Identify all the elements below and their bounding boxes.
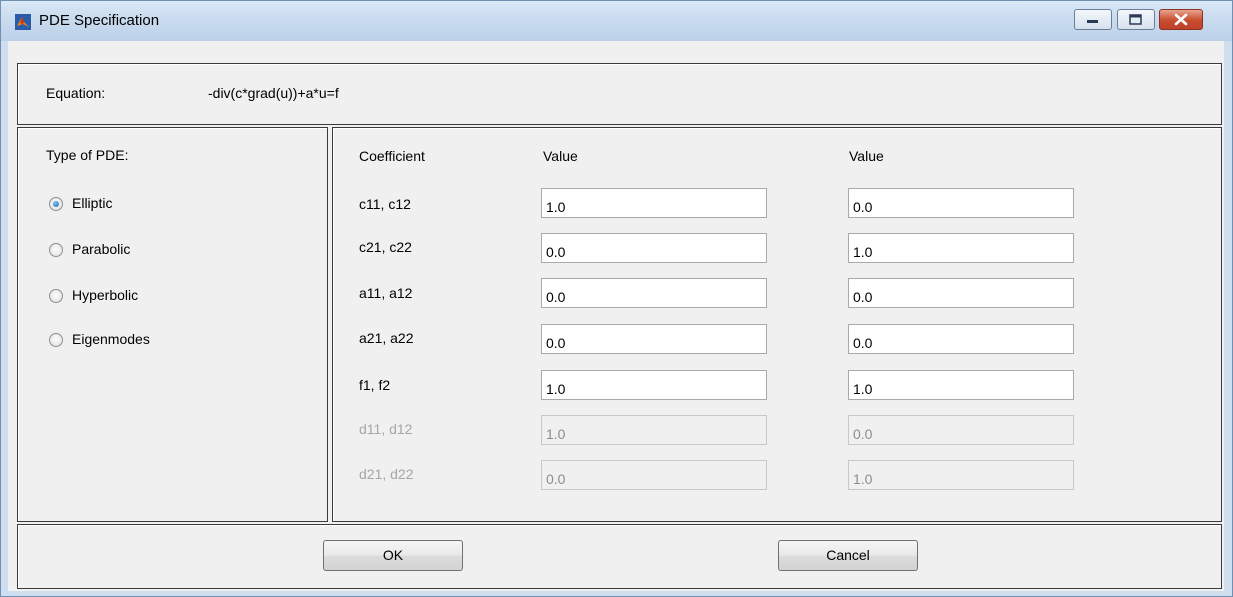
c12-input[interactable]: [848, 188, 1074, 218]
coefficient-column-header: Coefficient: [359, 148, 425, 164]
radio-label-hyperbolic[interactable]: Hyperbolic: [72, 287, 138, 303]
pde-specification-window: PDE Specification Equation: -div(c*grad(…: [0, 0, 1233, 597]
f2-input[interactable]: [848, 370, 1074, 400]
d21-input: [541, 460, 767, 490]
c11-input[interactable]: [541, 188, 767, 218]
radio-label-eigenmodes[interactable]: Eigenmodes: [72, 331, 150, 347]
c21-input[interactable]: [541, 233, 767, 263]
minimize-button[interactable]: [1074, 9, 1112, 30]
restore-button[interactable]: [1117, 9, 1155, 30]
f1-input[interactable]: [541, 370, 767, 400]
title-bar[interactable]: PDE Specification: [1, 1, 1232, 41]
radio-button-eigenmodes[interactable]: [49, 333, 63, 347]
coefficient-label-d21-d22: d21, d22: [359, 466, 414, 482]
radio-button-elliptic[interactable]: [49, 197, 63, 211]
restore-icon: [1129, 14, 1142, 25]
close-button[interactable]: [1159, 9, 1203, 30]
value2-column-header: Value: [849, 148, 884, 164]
coefficient-label-c11-c12: c11, c12: [359, 196, 411, 212]
coefficients-panel: Coefficient Value Value c11, c12 c21, c2…: [332, 127, 1222, 522]
window-title: PDE Specification: [39, 12, 160, 29]
buttons-panel: OK Cancel: [17, 524, 1222, 589]
coefficient-label-c21-c22: c21, c22: [359, 239, 412, 255]
c22-input[interactable]: [848, 233, 1074, 263]
equation-panel: Equation: -div(c*grad(u))+a*u=f: [17, 63, 1222, 125]
pde-type-label: Type of PDE:: [46, 147, 129, 163]
coefficient-label-a11-a12: a11, a12: [359, 285, 413, 301]
d12-input: [848, 415, 1074, 445]
d22-input: [848, 460, 1074, 490]
radio-label-elliptic[interactable]: Elliptic: [72, 195, 112, 211]
a12-input[interactable]: [848, 278, 1074, 308]
ok-button[interactable]: OK: [323, 540, 463, 571]
coefficient-label-d11-d12: d11, d12: [359, 421, 413, 437]
close-icon: [1174, 13, 1188, 26]
coefficient-label-a21-a22: a21, a22: [359, 330, 414, 346]
radio-button-hyperbolic[interactable]: [49, 289, 63, 303]
pde-type-panel: Type of PDE: Elliptic Parabolic Hyperbol…: [17, 127, 328, 522]
radio-label-parabolic[interactable]: Parabolic: [72, 241, 130, 257]
value1-column-header: Value: [543, 148, 578, 164]
a22-input[interactable]: [848, 324, 1074, 354]
d11-input: [541, 415, 767, 445]
equation-label: Equation:: [46, 85, 106, 101]
matlab-logo-icon: [15, 14, 31, 30]
cancel-button[interactable]: Cancel: [778, 540, 918, 571]
equation-value: -div(c*grad(u))+a*u=f: [208, 85, 339, 101]
a11-input[interactable]: [541, 278, 767, 308]
a21-input[interactable]: [541, 324, 767, 354]
coefficient-label-f1-f2: f1, f2: [359, 377, 391, 393]
minimize-icon: [1087, 20, 1098, 23]
dialog-body: Equation: -div(c*grad(u))+a*u=f Type of …: [8, 41, 1224, 591]
radio-button-parabolic[interactable]: [49, 243, 63, 257]
